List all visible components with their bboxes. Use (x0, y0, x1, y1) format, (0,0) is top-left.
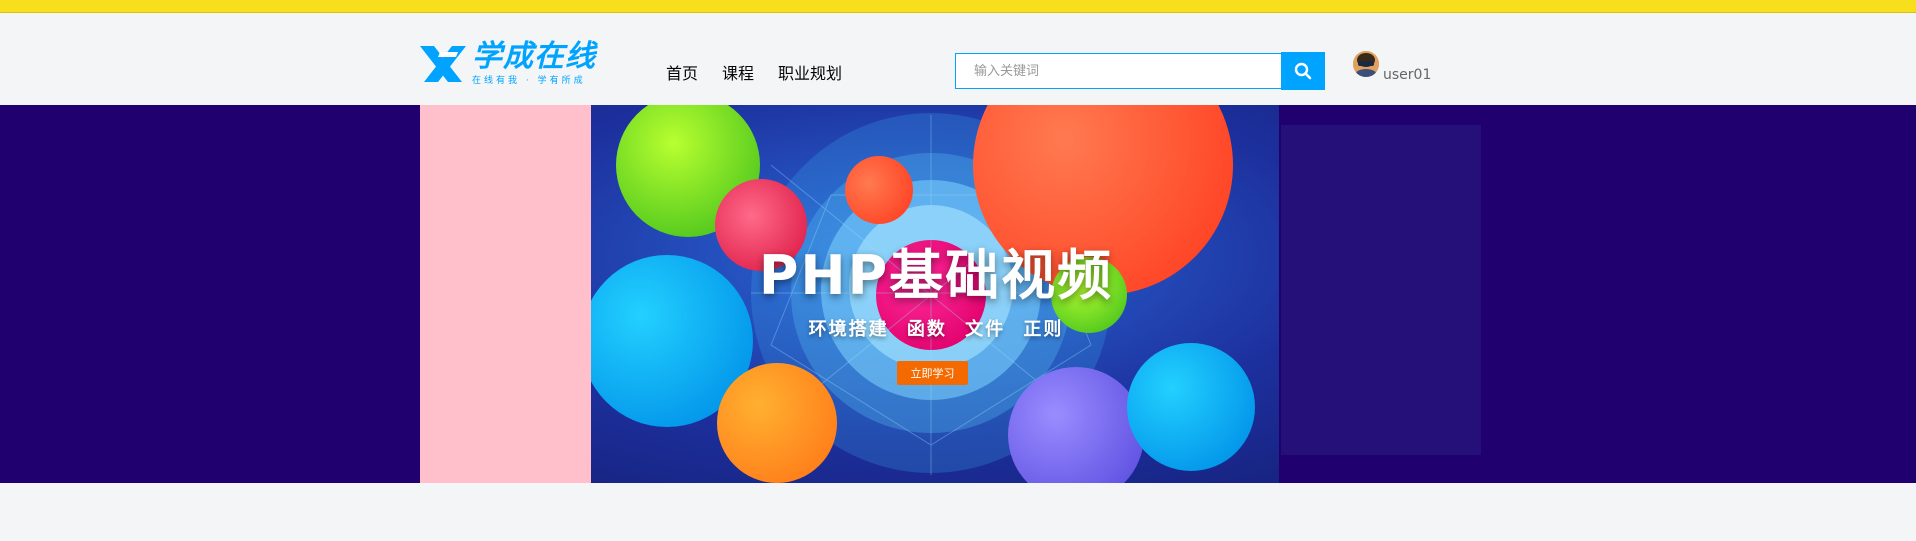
browser-bookmark-bar (0, 0, 1916, 13)
banner-subtitle: 环境搭建 函数 文件 正则 (808, 319, 1064, 340)
logo-title: 学成在线 (472, 39, 596, 74)
logo-slogan: 在线有我 · 学有所成 (472, 76, 586, 86)
main-nav: 首页 课程 职业规划 (666, 60, 842, 84)
user-avatar[interactable] (1353, 51, 1379, 77)
search-icon (1294, 62, 1312, 80)
user-menu[interactable]: user01 (1353, 51, 1431, 83)
site-header: 学成在线 在线有我 · 学有所成 首页 课程 职业规划 user01 (0, 13, 1916, 105)
banner-slide[interactable]: PHP基础视频 环境搭建 函数 文件 正则 立即学习 (591, 105, 1499, 483)
username[interactable]: user01 (1383, 67, 1431, 83)
learn-now-button[interactable]: 立即学习 (897, 361, 968, 385)
search-input[interactable] (955, 53, 1281, 89)
avatar-image (1353, 51, 1379, 77)
search-box (955, 52, 1325, 91)
banner-carousel: PHP基础视频 环境搭建 函数 文件 正则 立即学习 (0, 105, 1916, 483)
nav-courses[interactable]: 课程 (722, 60, 754, 84)
logo-text: 学成在线 在线有我 · 学有所成 (472, 41, 596, 87)
banner-title: PHP基础视频 (758, 244, 1114, 307)
nav-career-planning[interactable]: 职业规划 (778, 60, 842, 84)
site-logo[interactable]: 学成在线 在线有我 · 学有所成 (418, 38, 598, 90)
nav-home[interactable]: 首页 (666, 60, 698, 84)
banner-side-panel (420, 105, 591, 483)
logo-mark-icon (420, 46, 466, 82)
search-button[interactable] (1281, 52, 1325, 90)
